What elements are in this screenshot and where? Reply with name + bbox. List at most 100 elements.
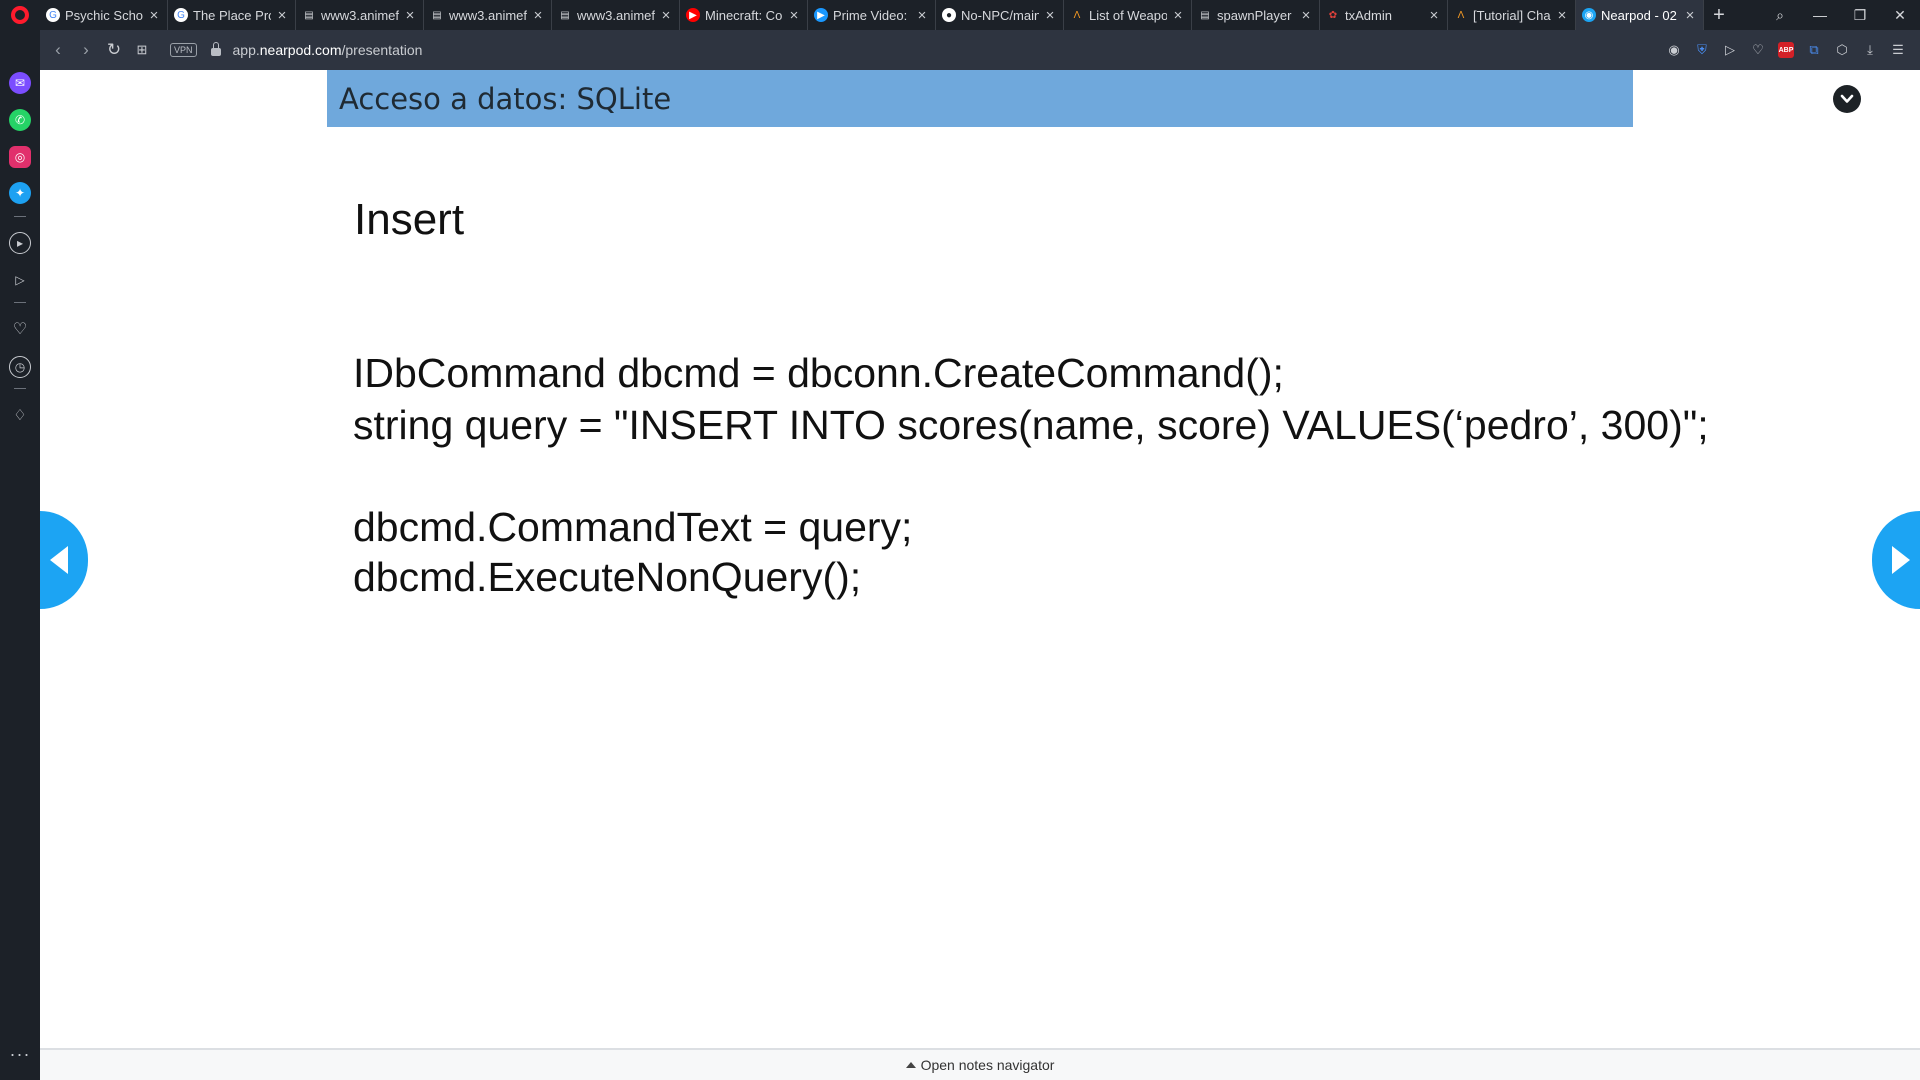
- flow-send-icon[interactable]: ▷: [9, 269, 31, 291]
- tab-close-icon[interactable]: ×: [1427, 7, 1441, 24]
- browser-tab[interactable]: Λ [Tutorial] Cha ×: [1448, 0, 1576, 30]
- notes-navigator-label: Open notes navigator: [920, 1057, 1055, 1073]
- previous-slide-button[interactable]: [40, 511, 88, 609]
- tab-title: spawnPlayer: [1217, 7, 1292, 23]
- browser-tab[interactable]: ◉ Nearpod - 02 ×: [1576, 0, 1704, 30]
- minimize-button[interactable]: —: [1800, 0, 1840, 30]
- tab-list: G Psychic Schoo × G The Place Pro × ▤ www3.anim…: [40, 0, 1704, 30]
- code-line: dbcmd.CommandText = query;: [353, 504, 913, 550]
- browser-tab[interactable]: G Psychic Schoo ×: [40, 0, 168, 30]
- browser-tab[interactable]: ▶ Prime Video: I ×: [808, 0, 936, 30]
- url-field[interactable]: app.nearpod.com/presentation: [233, 42, 423, 58]
- nearpod-icon: ◉: [1582, 8, 1596, 22]
- youtube-icon: ▶: [686, 8, 700, 22]
- tab-grid-icon[interactable]: ⊞: [128, 42, 156, 58]
- arrow-left-icon: [50, 546, 68, 574]
- new-tab-button[interactable]: +: [1704, 0, 1734, 30]
- url-path: /presentation: [341, 42, 423, 58]
- url-domain: nearpod.com: [259, 42, 342, 58]
- opera-menu-button[interactable]: [0, 0, 40, 30]
- tab-close-icon[interactable]: ×: [1555, 7, 1569, 24]
- browser-tab[interactable]: ▤ www3.animefl ×: [552, 0, 680, 30]
- slide-header-title: Acceso a datos: SQLite: [339, 81, 672, 116]
- instagram-icon[interactable]: ◎: [9, 146, 31, 168]
- nearpod-presentation: Acceso a datos: SQLite Insert IDbCommand…: [40, 70, 1920, 1080]
- tab-title: Minecraft: Co: [705, 7, 783, 23]
- lightbulb-icon[interactable]: ♢: [9, 404, 31, 426]
- tab-title: [Tutorial] Cha: [1473, 7, 1551, 23]
- tab-close-icon[interactable]: ×: [915, 7, 929, 24]
- snapshot-camera-icon[interactable]: ◉: [1666, 42, 1682, 58]
- sidebar-more-icon[interactable]: ···: [0, 1044, 40, 1065]
- caret-up-icon: [905, 1062, 916, 1068]
- opera-sidebar: ✉ ✆ ◎ ✦ ▸ ▷ ♡ ◷ ♢ ···: [0, 30, 40, 1080]
- tab-close-icon[interactable]: ×: [1171, 7, 1185, 24]
- browser-tab[interactable]: ● No-NPC/main ×: [936, 0, 1064, 30]
- forward-button[interactable]: ›: [72, 40, 100, 60]
- extensions-cube-icon[interactable]: ⬡: [1834, 42, 1850, 58]
- tab-close-icon[interactable]: ×: [659, 7, 673, 24]
- code-line: IDbCommand dbcmd = dbconn.CreateCommand(…: [353, 350, 1284, 396]
- google-icon: G: [46, 8, 60, 22]
- tab-close-icon[interactable]: ×: [147, 7, 161, 24]
- vpn-badge[interactable]: VPN: [170, 43, 197, 57]
- browser-tab[interactable]: G The Place Pro ×: [168, 0, 296, 30]
- fandom-icon: Λ: [1073, 9, 1081, 21]
- arrow-right-icon: [1892, 546, 1910, 574]
- bookmark-heart-icon[interactable]: ♡: [1750, 42, 1766, 58]
- txadmin-icon: ✿: [1328, 9, 1338, 21]
- page-icon: ▤: [1200, 9, 1210, 21]
- bookmarks-heart-icon[interactable]: ♡: [9, 318, 31, 340]
- browser-tab[interactable]: ✿ txAdmin ×: [1320, 0, 1448, 30]
- tab-close-icon[interactable]: ×: [403, 7, 417, 24]
- prime-video-icon: ▶: [814, 8, 828, 22]
- messenger-icon[interactable]: ✉: [9, 72, 31, 94]
- downloads-icon[interactable]: ⤓: [1862, 42, 1878, 58]
- tab-strip: G Psychic Schoo × G The Place Pro × ▤ www3.anim…: [0, 0, 1920, 30]
- browser-tab[interactable]: ▤ spawnPlayer ×: [1192, 0, 1320, 30]
- tab-close-icon[interactable]: ×: [1683, 7, 1697, 24]
- tab-title: List of Weapo: [1089, 7, 1167, 23]
- url-prefix: app.: [232, 42, 260, 58]
- back-button[interactable]: ‹: [44, 40, 72, 60]
- restore-button[interactable]: ❐: [1840, 0, 1880, 30]
- notes-navigator-toggle[interactable]: Open notes navigator: [40, 1048, 1920, 1080]
- browser-tab[interactable]: ▤ www3.animefl ×: [296, 0, 424, 30]
- address-bar-tools: ◉ ⛨ ▷ ♡ ABP ⧉ ⬡ ⤓ ☰: [1666, 42, 1920, 58]
- collapse-toggle-button[interactable]: [1833, 85, 1861, 113]
- github-icon: ●: [942, 8, 956, 22]
- page-icon: ▤: [304, 9, 314, 21]
- tab-close-icon[interactable]: ×: [1043, 7, 1057, 24]
- sidebar-divider: [14, 216, 26, 217]
- adblock-plus-icon[interactable]: ABP: [1778, 42, 1794, 58]
- player-icon[interactable]: ▸: [9, 232, 31, 254]
- tab-close-icon[interactable]: ×: [787, 7, 801, 24]
- tab-title: www3.animefl: [577, 7, 655, 23]
- whatsapp-icon[interactable]: ✆: [9, 109, 31, 131]
- browser-tab[interactable]: Λ List of Weapo ×: [1064, 0, 1192, 30]
- sidebar-divider: [14, 388, 26, 389]
- lock-icon[interactable]: [210, 42, 221, 56]
- window-controls: ⌕ — ❐ ✕: [1760, 0, 1920, 30]
- reload-button[interactable]: ↻: [100, 40, 128, 60]
- tab-search-icon[interactable]: ⌕: [1760, 0, 1800, 30]
- send-to-flow-icon[interactable]: ▷: [1722, 42, 1738, 58]
- tab-close-icon[interactable]: ×: [531, 7, 545, 24]
- browser-tab[interactable]: ▶ Minecraft: Co ×: [680, 0, 808, 30]
- shield-icon[interactable]: ⛨: [1694, 42, 1710, 58]
- browser-tab[interactable]: ▤ www3.animefl ×: [424, 0, 552, 30]
- easy-setup-icon[interactable]: ☰: [1890, 42, 1906, 58]
- close-window-button[interactable]: ✕: [1880, 0, 1920, 30]
- tab-title: txAdmin: [1345, 7, 1392, 23]
- history-clock-icon[interactable]: ◷: [9, 356, 31, 378]
- tab-close-icon[interactable]: ×: [275, 7, 289, 24]
- slide-title: Insert: [354, 195, 465, 244]
- translate-icon[interactable]: ⧉: [1806, 42, 1822, 58]
- fandom-icon: Λ: [1457, 9, 1465, 21]
- sidebar-divider: [14, 302, 26, 303]
- twitter-icon[interactable]: ✦: [9, 182, 31, 204]
- next-slide-button[interactable]: [1872, 511, 1920, 609]
- tab-close-icon[interactable]: ×: [1299, 7, 1313, 24]
- tab-title: No-NPC/main: [961, 7, 1039, 23]
- code-line: string query = "INSERT INTO scores(name,…: [353, 402, 1709, 448]
